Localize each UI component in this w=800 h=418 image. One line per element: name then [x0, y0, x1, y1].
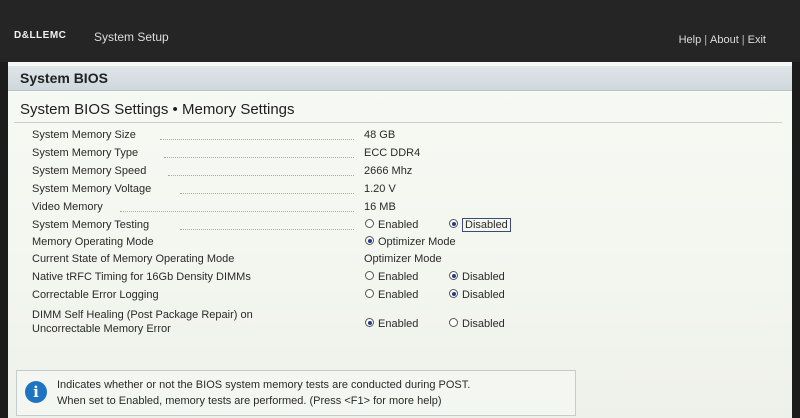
help-panel: i Indicates whether or not the BIOS syst… — [16, 370, 576, 416]
setting-label: Native tRFC Timing for 16Gb Density DIMM… — [32, 271, 251, 283]
radio-selected-icon — [449, 271, 458, 280]
setting-value: 2666 Mhz — [364, 165, 413, 177]
help-line-1: Indicates whether or not the BIOS system… — [57, 379, 471, 391]
radio-unselected-icon — [365, 219, 374, 228]
setting-row-memory-testing: System Memory Testing Enabled Disabled — [8, 218, 792, 235]
setting-value: Optimizer Mode — [364, 253, 442, 265]
setting-row-memory-speed: System Memory Speed 2666 Mhz — [8, 165, 792, 181]
section-header: System BIOS — [8, 66, 792, 91]
radio-disabled[interactable]: Disabled — [449, 218, 511, 232]
setting-label: System Memory Size — [32, 129, 136, 141]
help-line-2: When set to Enabled, memory tests are pe… — [57, 395, 442, 407]
link-separator: | — [704, 34, 708, 46]
option-label: Enabled — [378, 219, 419, 231]
info-icon: i — [25, 381, 47, 403]
page-heading: System BIOS Settings • Memory Settings — [20, 101, 295, 118]
leader-dots — [180, 229, 354, 230]
setting-value: ECC DDR4 — [364, 147, 421, 159]
radio-unselected-icon — [365, 271, 374, 280]
option-label: Disabled — [462, 289, 505, 301]
radio-unselected-icon — [449, 318, 458, 327]
setting-label: System Memory Testing — [32, 219, 150, 231]
dell-emc-logo: D&LLEMC — [14, 30, 67, 41]
setting-value: 48 GB — [364, 129, 396, 141]
help-link[interactable]: Help — [679, 34, 702, 46]
setting-label: Current State of Memory Operating Mode — [32, 253, 235, 265]
setting-row-video-memory: Video Memory 16 MB — [8, 201, 792, 217]
radio-selected-icon — [449, 219, 458, 228]
option-label: Enabled — [378, 318, 419, 330]
setting-row-memory-voltage: System Memory Voltage 1.20 V — [8, 183, 792, 199]
top-links: Help | About | Exit — [679, 34, 766, 46]
radio-unselected-icon — [365, 289, 374, 298]
leader-dots — [120, 211, 354, 212]
radio-selected-icon — [449, 289, 458, 298]
radio-disabled[interactable]: Disabled — [449, 289, 505, 301]
setting-label-line1: DIMM Self Healing (Post Package Repair) … — [32, 309, 253, 321]
setting-label: Video Memory — [32, 201, 103, 213]
setting-value: 1.20 V — [364, 183, 396, 195]
radio-enabled[interactable]: Enabled — [365, 318, 418, 330]
heading-divider — [14, 122, 782, 123]
setting-row-dimm-self-healing: DIMM Self Healing (Post Package Repair) … — [8, 308, 792, 338]
setting-label: System Memory Voltage — [32, 183, 152, 195]
help-text: Indicates whether or not the BIOS system… — [57, 377, 470, 409]
setting-label: System Memory Speed — [32, 165, 147, 177]
setting-label: System Memory Type — [32, 147, 139, 159]
option-label: Disabled — [462, 318, 505, 330]
setting-row-trfc-timing: Native tRFC Timing for 16Gb Density DIMM… — [8, 271, 792, 287]
option-label: Enabled — [378, 289, 419, 301]
app-title: System Setup — [94, 30, 169, 44]
radio-enabled[interactable]: Enabled — [365, 289, 418, 301]
option-label: Disabled — [462, 271, 505, 283]
setting-row-memory-size: System Memory Size 48 GB — [8, 129, 792, 145]
about-link[interactable]: About — [710, 34, 739, 46]
setting-label-line2: Uncorrectable Memory Error — [32, 323, 171, 335]
option-label: Enabled — [378, 271, 419, 283]
radio-selected-icon — [365, 236, 374, 245]
setting-row-operating-mode: Memory Operating Mode Optimizer Mode — [8, 236, 792, 252]
radio-enabled[interactable]: Enabled — [365, 271, 418, 283]
setting-row-current-state: Current State of Memory Operating Mode O… — [8, 253, 792, 269]
radio-disabled[interactable]: Disabled — [449, 318, 505, 330]
radio-optimizer-mode[interactable]: Optimizer Mode — [365, 236, 456, 248]
top-bar: D&LLEMC System Setup Help | About | Exit — [0, 0, 800, 62]
leader-dots — [168, 175, 354, 176]
setting-label: Memory Operating Mode — [32, 236, 154, 248]
setting-label: Correctable Error Logging — [32, 289, 159, 301]
setting-value: 16 MB — [364, 201, 396, 213]
link-separator: | — [741, 34, 745, 46]
radio-disabled[interactable]: Disabled — [449, 271, 505, 283]
setup-screen: System BIOS System BIOS Settings • Memor… — [8, 62, 792, 418]
option-label-focused: Disabled — [462, 218, 511, 232]
section-title: System BIOS — [20, 70, 108, 86]
leader-dots — [180, 193, 354, 194]
option-label: Optimizer Mode — [378, 236, 456, 248]
radio-selected-icon — [365, 318, 374, 327]
setting-row-error-logging: Correctable Error Logging Enabled Disabl… — [8, 289, 792, 305]
exit-link[interactable]: Exit — [748, 34, 766, 46]
setting-row-memory-type: System Memory Type ECC DDR4 — [8, 147, 792, 163]
leader-dots — [164, 157, 354, 158]
leader-dots — [160, 139, 354, 140]
radio-enabled[interactable]: Enabled — [365, 219, 418, 231]
